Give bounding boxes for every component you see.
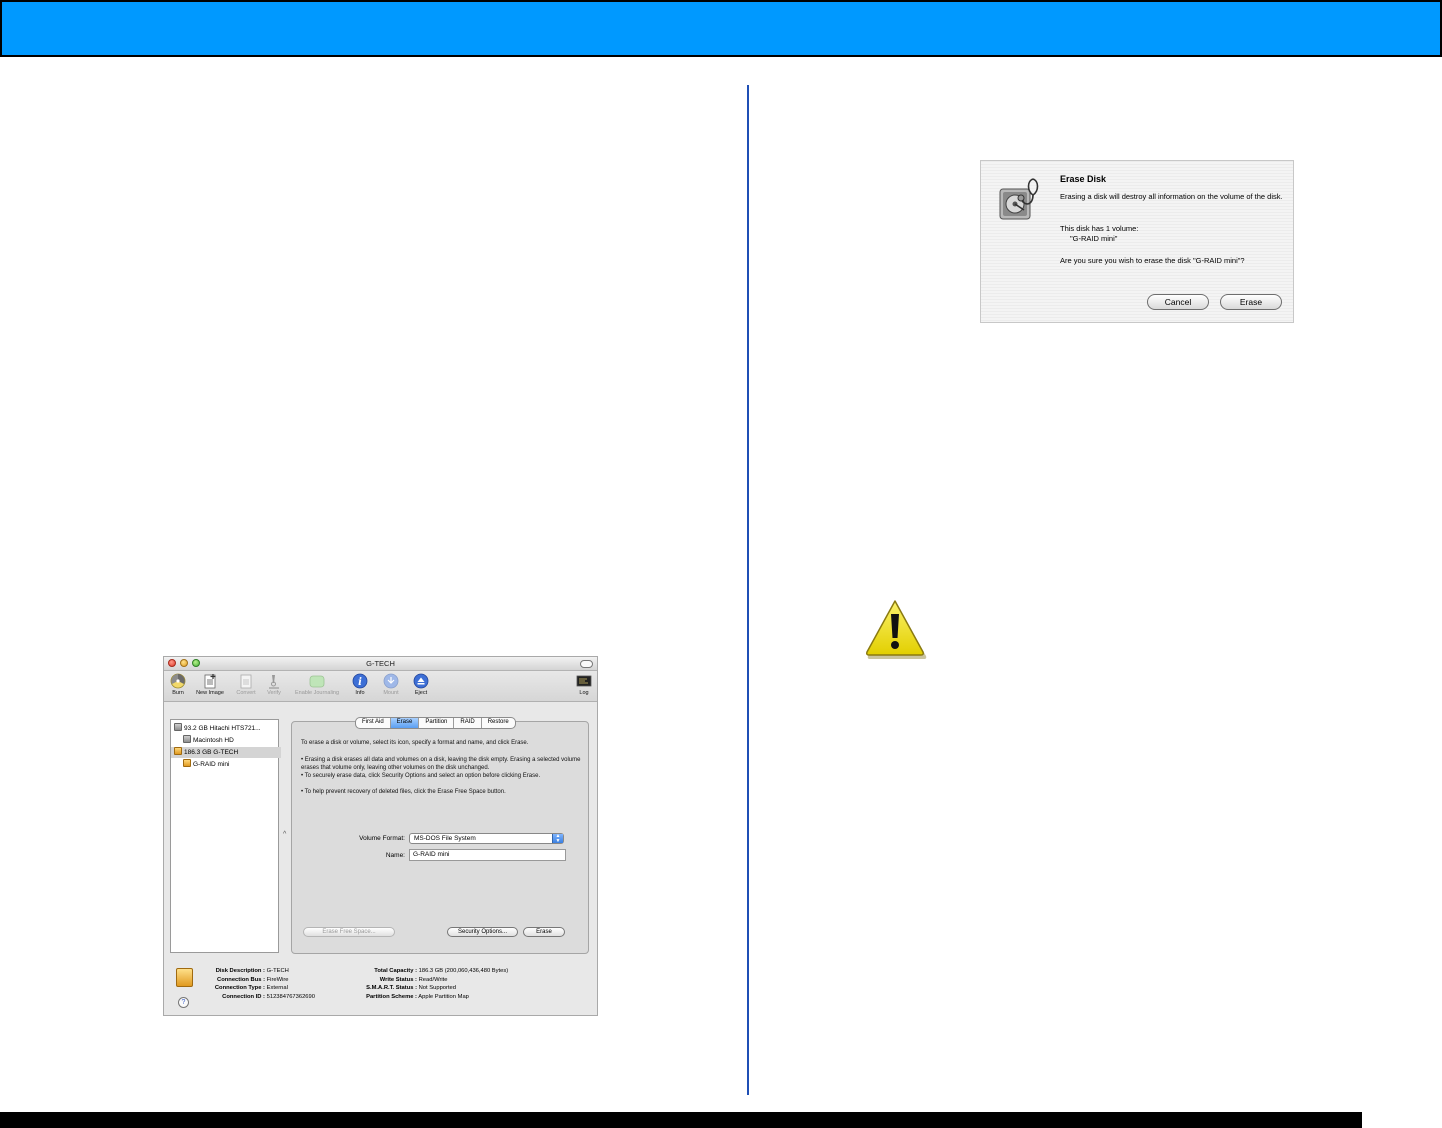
info-icon: i <box>352 673 368 689</box>
enable-journaling-button[interactable]: Enable Journaling <box>288 673 346 696</box>
info-partition-scheme: Partition Scheme : Apple Partition Map <box>366 993 469 1000</box>
info-total-capacity: Total Capacity : 186.3 GB (200,060,436,4… <box>374 968 509 974</box>
tab-raid[interactable]: RAID <box>454 718 482 728</box>
erase-button[interactable]: Erase <box>523 927 565 937</box>
toolbar: Burn New Image Convert Verify Enable Jou… <box>164 671 597 702</box>
convert-icon <box>240 674 252 689</box>
sidebar-item-label: 186.3 GB G-TECH <box>184 749 239 756</box>
info-smart-status: S.M.A.R.T. Status : Not Supported <box>366 985 457 991</box>
column-divider <box>747 85 749 1095</box>
disk-list-sidebar: 93.2 GB Hitachi HTS721... Macintosh HD 1… <box>170 719 281 953</box>
toolbar-label: Log <box>579 690 589 696</box>
dialog-question: Are you sure you wish to erase the disk … <box>1060 256 1245 265</box>
toolbar-label: Eject <box>414 690 428 696</box>
toolbar-label: New Image <box>196 690 224 696</box>
eject-button[interactable]: Eject <box>410 673 432 696</box>
volume-icon <box>183 735 191 743</box>
confirm-erase-button[interactable]: Erase <box>1220 294 1282 310</box>
security-options-button[interactable]: Security Options... <box>447 927 518 937</box>
info-connection-id: Connection ID : 512384767362690 <box>222 993 315 1000</box>
convert-button[interactable]: Convert <box>232 673 260 696</box>
info-connection-type: Connection Type : External <box>214 985 288 991</box>
dialog-title: Erase Disk <box>1060 174 1107 184</box>
new-image-icon <box>204 674 216 689</box>
tab-bar: First Aid Erase Partition RAID Restore <box>355 717 516 729</box>
sidebar-item-g-tech-drive[interactable]: 186.3 GB G-TECH <box>171 747 281 758</box>
info-connection-bus: Connection Bus : FireWire <box>217 976 289 983</box>
volume-format-label: Volume Format: <box>359 835 405 842</box>
info-write-status: Write Status : Read/Write <box>379 976 448 983</box>
erase-bullet-erasing: • Erasing a disk erases all data and vol… <box>301 757 581 771</box>
burn-icon <box>170 673 186 689</box>
burn-button[interactable]: Burn <box>168 673 188 696</box>
name-label: Name: <box>385 852 405 859</box>
toolbar-label: Mount <box>383 690 399 696</box>
disk-utility-window: G-TECH Burn New Image Convert Verify Ena… <box>163 656 598 1016</box>
tab-restore[interactable]: Restore <box>482 718 515 728</box>
tab-erase[interactable]: Erase <box>390 718 420 728</box>
window-title: G-TECH <box>366 659 395 668</box>
cancel-button[interactable]: Cancel <box>1147 294 1209 310</box>
erase-instructions: To erase a disk or volume, select its ic… <box>301 740 529 746</box>
log-button[interactable]: Log <box>574 673 594 696</box>
toolbar-label: Convert <box>236 690 256 696</box>
erase-bullet-secure: • To securely erase data, click Security… <box>301 773 541 779</box>
sidebar-item-label: G-RAID mini <box>193 761 230 768</box>
info-button[interactable]: i Info <box>350 673 370 696</box>
info-disk-description: Disk Description : G-TECH <box>215 968 289 974</box>
volume-format-value: MS-DOS File System <box>414 835 476 842</box>
sidebar-item-label: Macintosh HD <box>193 737 234 744</box>
sidebar-splitter-handle[interactable]: ^ <box>283 831 286 838</box>
sidebar-item-macintosh-hd[interactable]: Macintosh HD <box>171 735 290 746</box>
verify-button[interactable]: Verify <box>262 673 286 696</box>
erase-free-space-button[interactable]: Erase Free Space... <box>303 927 395 937</box>
verify-icon <box>269 675 279 689</box>
tab-first-aid[interactable]: First Aid <box>356 718 391 728</box>
volume-name-input[interactable]: G-RAID mini <box>409 849 566 861</box>
journaling-icon <box>309 675 325 688</box>
header-bar <box>0 0 1442 57</box>
dialog-volume-count: This disk has 1 volume: <box>1060 224 1139 233</box>
sidebar-item-g-raid-mini[interactable]: G-RAID mini <box>171 759 290 770</box>
svg-text:i: i <box>358 677 362 688</box>
erase-bullet-free-space: • To help prevent recovery of deleted fi… <box>301 789 506 795</box>
dialog-volume-name: "G-RAID mini" <box>1070 234 1118 243</box>
mount-icon <box>383 673 399 689</box>
disk-utility-stethoscope-icon <box>999 178 1039 220</box>
sidebar-item-hitachi-drive[interactable]: 93.2 GB Hitachi HTS721... <box>171 723 281 734</box>
toolbar-label: Enable Journaling <box>294 690 340 696</box>
toolbar-label: Info <box>355 690 365 696</box>
sidebar-item-label: 93.2 GB Hitachi HTS721... <box>184 725 261 732</box>
select-arrows-icon: ▲ ▼ <box>552 834 563 843</box>
erase-disk-dialog: Erase Disk Erasing a disk will destroy a… <box>980 160 1294 323</box>
warning-icon <box>866 600 927 659</box>
external-drive-icon <box>174 747 182 755</box>
window-titlebar: G-TECH <box>164 657 597 671</box>
footer-bar <box>0 1112 1362 1128</box>
toolbar-label: Burn <box>172 690 184 696</box>
eject-icon <box>413 673 429 689</box>
new-image-button[interactable]: New Image <box>192 673 228 696</box>
log-icon <box>576 675 592 687</box>
tab-partition[interactable]: Partition <box>419 718 455 728</box>
dialog-message: Erasing a disk will destroy all informat… <box>1060 192 1283 201</box>
mount-button[interactable]: Mount <box>378 673 404 696</box>
toolbar-label: Verify <box>267 690 281 696</box>
external-volume-icon <box>183 759 191 767</box>
hard-drive-icon <box>174 723 182 731</box>
volume-format-select[interactable]: MS-DOS File System ▲ ▼ <box>409 833 564 844</box>
toolbar-toggle-button[interactable] <box>580 660 593 668</box>
